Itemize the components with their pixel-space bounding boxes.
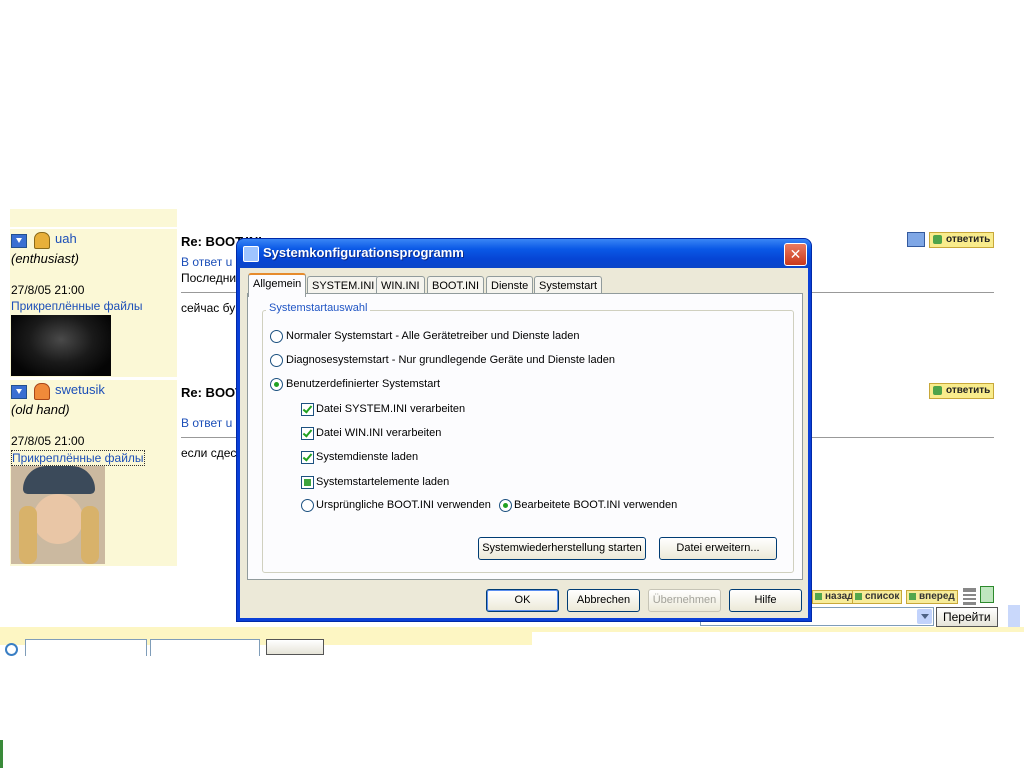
tree-view-icon[interactable] xyxy=(980,586,994,603)
search-icon[interactable] xyxy=(5,643,18,656)
back-link[interactable]: назад xyxy=(812,590,857,604)
edit-icon[interactable] xyxy=(907,232,925,247)
help-button[interactable]: Hilfe xyxy=(729,589,802,612)
checkbox-startup-items[interactable] xyxy=(301,476,314,489)
startup-selection-group xyxy=(262,310,794,573)
checkbox-system-ini[interactable] xyxy=(301,403,314,416)
avatar xyxy=(11,315,111,376)
radio-edited-boot-ini-label[interactable]: Bearbeitete BOOT.INI verwenden xyxy=(514,499,677,511)
search-button[interactable] xyxy=(266,639,324,655)
expand-icon[interactable] xyxy=(11,385,27,399)
post-meta-text: Последни xyxy=(181,271,237,285)
radio-diagnostic-startup-label[interactable]: Diagnosesystemstart - Nur grundlegende G… xyxy=(286,354,615,366)
tab-panel: Systemstartauswahl Normaler Systemstart … xyxy=(247,293,803,580)
page-bottom-white xyxy=(6,656,1024,768)
avatar-hair xyxy=(19,506,37,564)
post-title: Re: BOOT xyxy=(181,385,244,400)
system-restore-button[interactable]: Systemwiederherstellung starten xyxy=(478,537,646,560)
reply-button[interactable]: ответить xyxy=(929,232,995,248)
avatar-cap xyxy=(23,466,95,494)
radio-edited-boot-ini[interactable] xyxy=(499,499,512,512)
expand-icon[interactable] xyxy=(11,234,27,248)
avatar xyxy=(11,466,105,564)
post-header-strip xyxy=(10,209,177,227)
user-rank: (enthusiast) xyxy=(11,251,79,266)
expand-file-button[interactable]: Datei erweitern... xyxy=(659,537,777,560)
post-author-panel: uah (enthusiast) 27/8/05 21:00 Прикреплё… xyxy=(10,229,177,377)
radio-custom-startup[interactable] xyxy=(270,378,283,391)
apply-button[interactable]: Übernehmen xyxy=(648,589,721,612)
radio-original-boot-ini-label[interactable]: Ursprüngliche BOOT.INI verwenden xyxy=(316,499,491,511)
attachments-link[interactable]: Прикреплённые файлы xyxy=(11,299,143,313)
username-link[interactable]: uah xyxy=(55,231,77,246)
list-link[interactable]: список xyxy=(852,590,903,604)
avatar-hair xyxy=(81,506,99,564)
radio-original-boot-ini[interactable] xyxy=(301,499,314,512)
checkbox-win-ini-label[interactable]: Datei WIN.INI verarbeiten xyxy=(316,427,441,439)
post-body: сейчас бу xyxy=(181,301,236,315)
forward-link[interactable]: вперед xyxy=(906,590,958,604)
chevron-down-icon[interactable] xyxy=(917,609,932,624)
close-button[interactable]: ✕ xyxy=(784,243,807,266)
checkbox-services-label[interactable]: Systemdienste laden xyxy=(316,451,418,463)
user-rank: (old hand) xyxy=(11,402,70,417)
ok-button[interactable]: OK xyxy=(486,589,559,612)
flat-view-icon[interactable] xyxy=(963,588,976,605)
group-label: Systemstartauswahl xyxy=(266,302,371,314)
dialog-title: Systemkonfigurationsprogramm xyxy=(263,245,464,260)
user-female-icon xyxy=(34,383,50,400)
system-config-dialog: Systemkonfigurationsprogramm ✕ Allgemein… xyxy=(237,239,811,621)
goto-button[interactable]: Перейти xyxy=(936,607,998,627)
in-reply-to-link[interactable]: В ответ u xyxy=(181,255,232,269)
search-input[interactable] xyxy=(25,639,147,657)
left-edge-strip xyxy=(0,740,3,768)
checkbox-win-ini[interactable] xyxy=(301,427,314,440)
dialog-client: Allgemein SYSTEM.INI WIN.INI BOOT.INI Di… xyxy=(240,268,808,618)
radio-custom-startup-label[interactable]: Benutzerdefinierter Systemstart xyxy=(286,378,440,390)
attachments-link[interactable]: Прикреплённые файлы xyxy=(11,450,145,466)
tab-allgemein[interactable]: Allgemein xyxy=(248,273,307,297)
checkbox-system-ini-label[interactable]: Datei SYSTEM.INI verarbeiten xyxy=(316,403,465,415)
post-date: 27/8/05 21:00 xyxy=(11,434,85,448)
post-author-panel: swetusik (old hand) 27/8/05 21:00 Прикре… xyxy=(10,380,177,566)
checkbox-startup-items-label[interactable]: Systemstartelemente laden xyxy=(316,476,449,488)
checkbox-services[interactable] xyxy=(301,451,314,464)
user-icon xyxy=(34,232,50,249)
radio-diagnostic-startup[interactable] xyxy=(270,354,283,367)
in-reply-to-link[interactable]: В ответ u xyxy=(181,416,232,430)
username-link[interactable]: swetusik xyxy=(55,382,105,397)
chevron-glyph xyxy=(921,614,929,619)
post-date: 27/8/05 21:00 xyxy=(11,283,85,297)
dialog-titlebar[interactable]: Systemkonfigurationsprogramm ✕ xyxy=(237,239,811,268)
post-body: если сдес xyxy=(181,446,237,460)
search-scope-select[interactable] xyxy=(150,639,260,657)
radio-normal-startup[interactable] xyxy=(270,330,283,343)
avatar-face xyxy=(33,494,83,544)
msconfig-icon xyxy=(243,246,259,262)
cancel-button[interactable]: Abbrechen xyxy=(567,589,640,612)
radio-normal-startup-label[interactable]: Normaler Systemstart - Alle Gerätetreibe… xyxy=(286,330,579,342)
reply-button[interactable]: ответить xyxy=(929,383,995,399)
